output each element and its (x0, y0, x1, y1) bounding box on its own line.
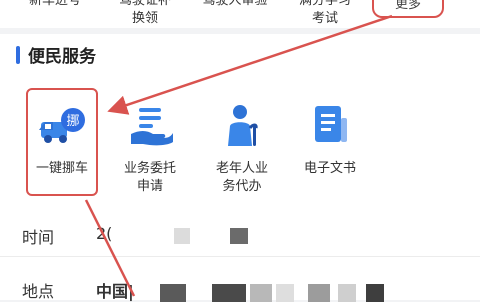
redacted-block (250, 284, 272, 302)
redacted-block (276, 284, 294, 302)
elderly-person-icon (215, 100, 269, 154)
section-accent-bar (16, 46, 20, 64)
redacted-block (308, 284, 330, 302)
redacted-block (174, 228, 190, 244)
document-icon (303, 100, 357, 154)
service-driver-review[interactable]: 驾驶人审验 (190, 0, 280, 10)
highlight-box (26, 88, 98, 196)
top-service-strip: 新车进号 驾驶证补 换领 驾驶人审验 满分学习 考试 更多 (0, 0, 480, 28)
service-new-car-number[interactable]: 新车进号 (10, 0, 100, 10)
delegate-hand-icon (123, 100, 177, 154)
redacted-block (212, 284, 246, 302)
info-panel: 时间 2( 地点 中国| (0, 214, 480, 302)
service-label: 老年人业 务代办 (215, 161, 268, 194)
place-label: 地点 (22, 282, 55, 301)
service-label: 电子文书 (303, 161, 356, 176)
service-business-delegation[interactable]: 业务委托 申请 (104, 100, 196, 196)
section-title: 便民服务 (28, 47, 96, 67)
service-label: 驾驶证补 (118, 0, 171, 8)
place-value: 中国| (96, 282, 134, 301)
service-elderly-agency[interactable]: 老年人业 务代办 (196, 100, 288, 196)
service-label: 满分学习 (298, 0, 351, 8)
row-divider (0, 256, 480, 257)
service-label-line2: 换领 (131, 11, 158, 26)
service-electronic-document[interactable]: 电子文书 (284, 100, 376, 178)
service-license-renew[interactable]: 驾驶证补 换领 (100, 0, 190, 28)
redacted-block (366, 284, 384, 302)
service-full-score-study[interactable]: 满分学习 考试 (280, 0, 370, 28)
redacted-block (338, 284, 356, 302)
time-value: 2( (96, 224, 113, 243)
redacted-block (160, 284, 186, 302)
service-label: 新车进号 (28, 0, 81, 8)
more-button[interactable]: 更多 (372, 0, 444, 18)
service-label: 驾驶人审验 (202, 0, 268, 8)
service-label-line2: 考试 (311, 11, 338, 26)
time-label: 时间 (22, 228, 55, 247)
service-label: 业务委托 申请 (123, 161, 176, 194)
redacted-block (230, 228, 248, 244)
